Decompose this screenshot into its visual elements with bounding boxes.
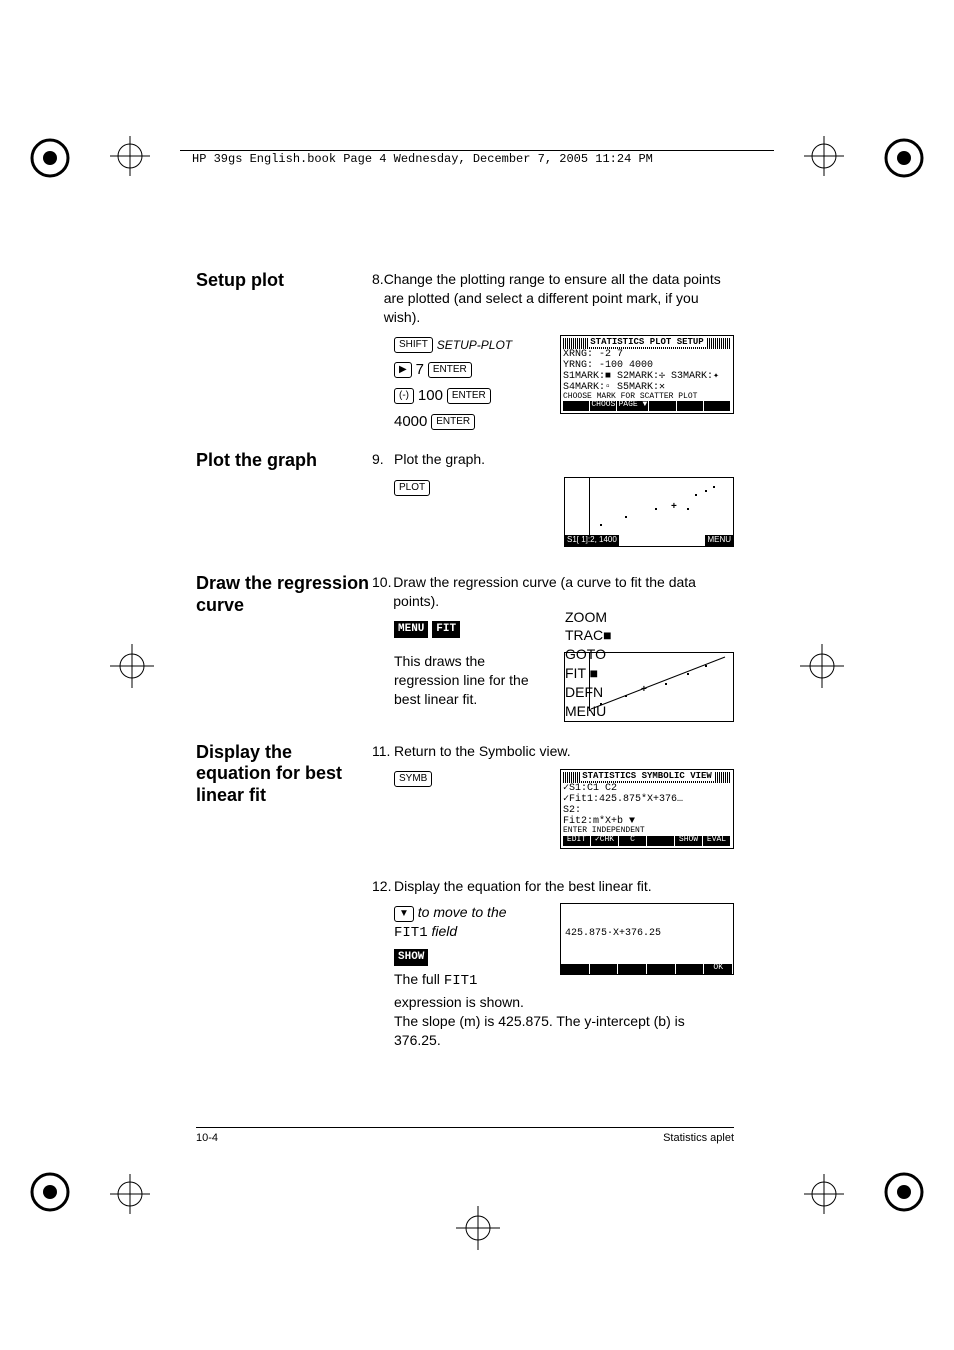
screen-menu: OK (561, 964, 733, 974)
down-arrow-key-icon: ▼ (394, 906, 414, 922)
screen-hint: CHOOSE MARK FOR SCATTER PLOT (563, 393, 731, 402)
slope-intercept-text: The slope (m) is 425.875. The y-intercep… (372, 1012, 734, 1050)
screen-line: S1MARK:■ S2MARK:✢ S3MARK:✦ (563, 371, 731, 382)
screen-title: STATISTICS PLOT SETUP (588, 337, 705, 347)
heading-setup-plot: Setup plot (196, 270, 372, 432)
screen-menu: CHOOSPAGE ▼ (563, 401, 731, 411)
instr-text: to move to the (418, 904, 507, 920)
content-area: Setup plot 8. Change the plotting range … (196, 270, 734, 1068)
plot-key: PLOT (394, 480, 430, 496)
header-rule (180, 150, 774, 151)
digit-100: 100 (418, 387, 443, 404)
step-number: 8. (372, 270, 384, 327)
screen-line: YRNG: -100 4000 (563, 360, 731, 371)
screen-line: XRNG: -2 7 (563, 349, 731, 360)
crop-mark-icon (804, 1174, 844, 1214)
calculator-screen-plot: + S1[ 1]:2, 1400 MENU (564, 477, 734, 547)
step-text: Plot the graph. (394, 450, 485, 469)
fit1-label: FIT1 (444, 973, 478, 989)
registration-mark-icon (882, 136, 926, 180)
digit-4000: 4000 (394, 413, 427, 430)
screen-menu: EDIT ✓CHK C SHOW EVAL (563, 836, 731, 846)
heading-plot-graph: Plot the graph (196, 450, 372, 547)
screen-title: STATISTICS SYMBOLIC VIEW (580, 771, 714, 781)
crop-mark-icon (800, 644, 844, 688)
plot-crosshair-icon: + (671, 500, 677, 514)
crop-mark-icon (804, 136, 844, 176)
step-text: Change the plotting range to ensure all … (384, 270, 734, 327)
regression-desc: This draws the regression line for the b… (394, 652, 556, 709)
instr-text: field (432, 923, 458, 939)
fit1-label: FIT1 (394, 925, 428, 941)
enter-key: ENTER (447, 388, 491, 404)
enter-key: ENTER (431, 414, 475, 430)
footer-title: Statistics aplet (663, 1132, 734, 1144)
registration-mark-icon (28, 136, 72, 180)
negate-key: (-) (394, 388, 414, 404)
screen-line: ✓Fit1:425.875*X+376… (563, 794, 731, 805)
crop-mark-icon (110, 136, 150, 176)
screen-hint: ENTER INDEPENDENT (563, 827, 731, 836)
screen-line: ✓S1:C1 C2 (563, 783, 731, 794)
step-text: Draw the regression curve (a curve to fi… (393, 573, 734, 611)
step-number: 10. (372, 573, 393, 611)
crop-mark-icon (110, 1174, 150, 1214)
fit-desc-suffix: expression is shown. (372, 993, 734, 1012)
page-number: 10-4 (196, 1132, 218, 1144)
page-footer: 10-4 Statistics aplet (196, 1127, 734, 1144)
manual-page: HP 39gs English.book Page 4 Wednesday, D… (0, 0, 954, 1350)
registration-mark-icon (882, 1170, 926, 1214)
key-sequence: SHIFT SETUP-PLOT ▶ 7 ENTER (-) 100 ENTER (394, 335, 552, 433)
fit-softkey: FIT (432, 621, 460, 638)
heading-display-eq: Display the equation for best linear fit (196, 742, 372, 1050)
crop-mark-icon (456, 1206, 500, 1250)
step-text: Display the equation for the best linear… (394, 877, 652, 896)
registration-mark-icon (28, 1170, 72, 1214)
crop-mark-icon (110, 644, 154, 688)
step-number: 11. (372, 742, 394, 761)
calculator-screen-equation: 425.875·X+376.25 OK (560, 903, 734, 975)
equation-text: 425.875·X+376.25 (565, 928, 661, 939)
shift-key: SHIFT (394, 337, 433, 353)
calculator-screen-setup: STATISTICS PLOT SETUP XRNG: -2 7 YRNG: -… (560, 335, 734, 415)
plot-status-left: S1[ 1]:2, 1400 (565, 535, 619, 546)
symb-key: SYMB (394, 771, 432, 787)
digit-7: 7 (416, 361, 424, 378)
screen-menu: ZOOM TRAC■ GOTO FIT ■ DEFN MENU (565, 608, 733, 721)
calculator-screen-fit: + ZOOM TRAC■ GOTO FIT ■ DEFN MENU (564, 652, 734, 722)
setup-plot-label: SETUP-PLOT (437, 338, 512, 352)
step-text: Return to the Symbolic view. (394, 742, 571, 761)
enter-key: ENTER (428, 362, 472, 378)
calculator-screen-symbolic: STATISTICS SYMBOLIC VIEW ✓S1:C1 C2 ✓Fit1… (560, 769, 734, 849)
show-softkey: SHOW (394, 949, 428, 966)
plot-menu-label: MENU (705, 535, 733, 546)
header-text: HP 39gs English.book Page 4 Wednesday, D… (192, 152, 653, 166)
right-arrow-key-icon: ▶ (394, 362, 412, 378)
heading-draw-curve: Draw the regression curve (196, 573, 372, 722)
step-number: 9. (372, 450, 394, 469)
screen-line: S2: (563, 805, 731, 816)
fit-desc-prefix: The full (394, 971, 444, 987)
step-number: 12. (372, 877, 394, 896)
menu-softkey: MENU (394, 621, 428, 638)
